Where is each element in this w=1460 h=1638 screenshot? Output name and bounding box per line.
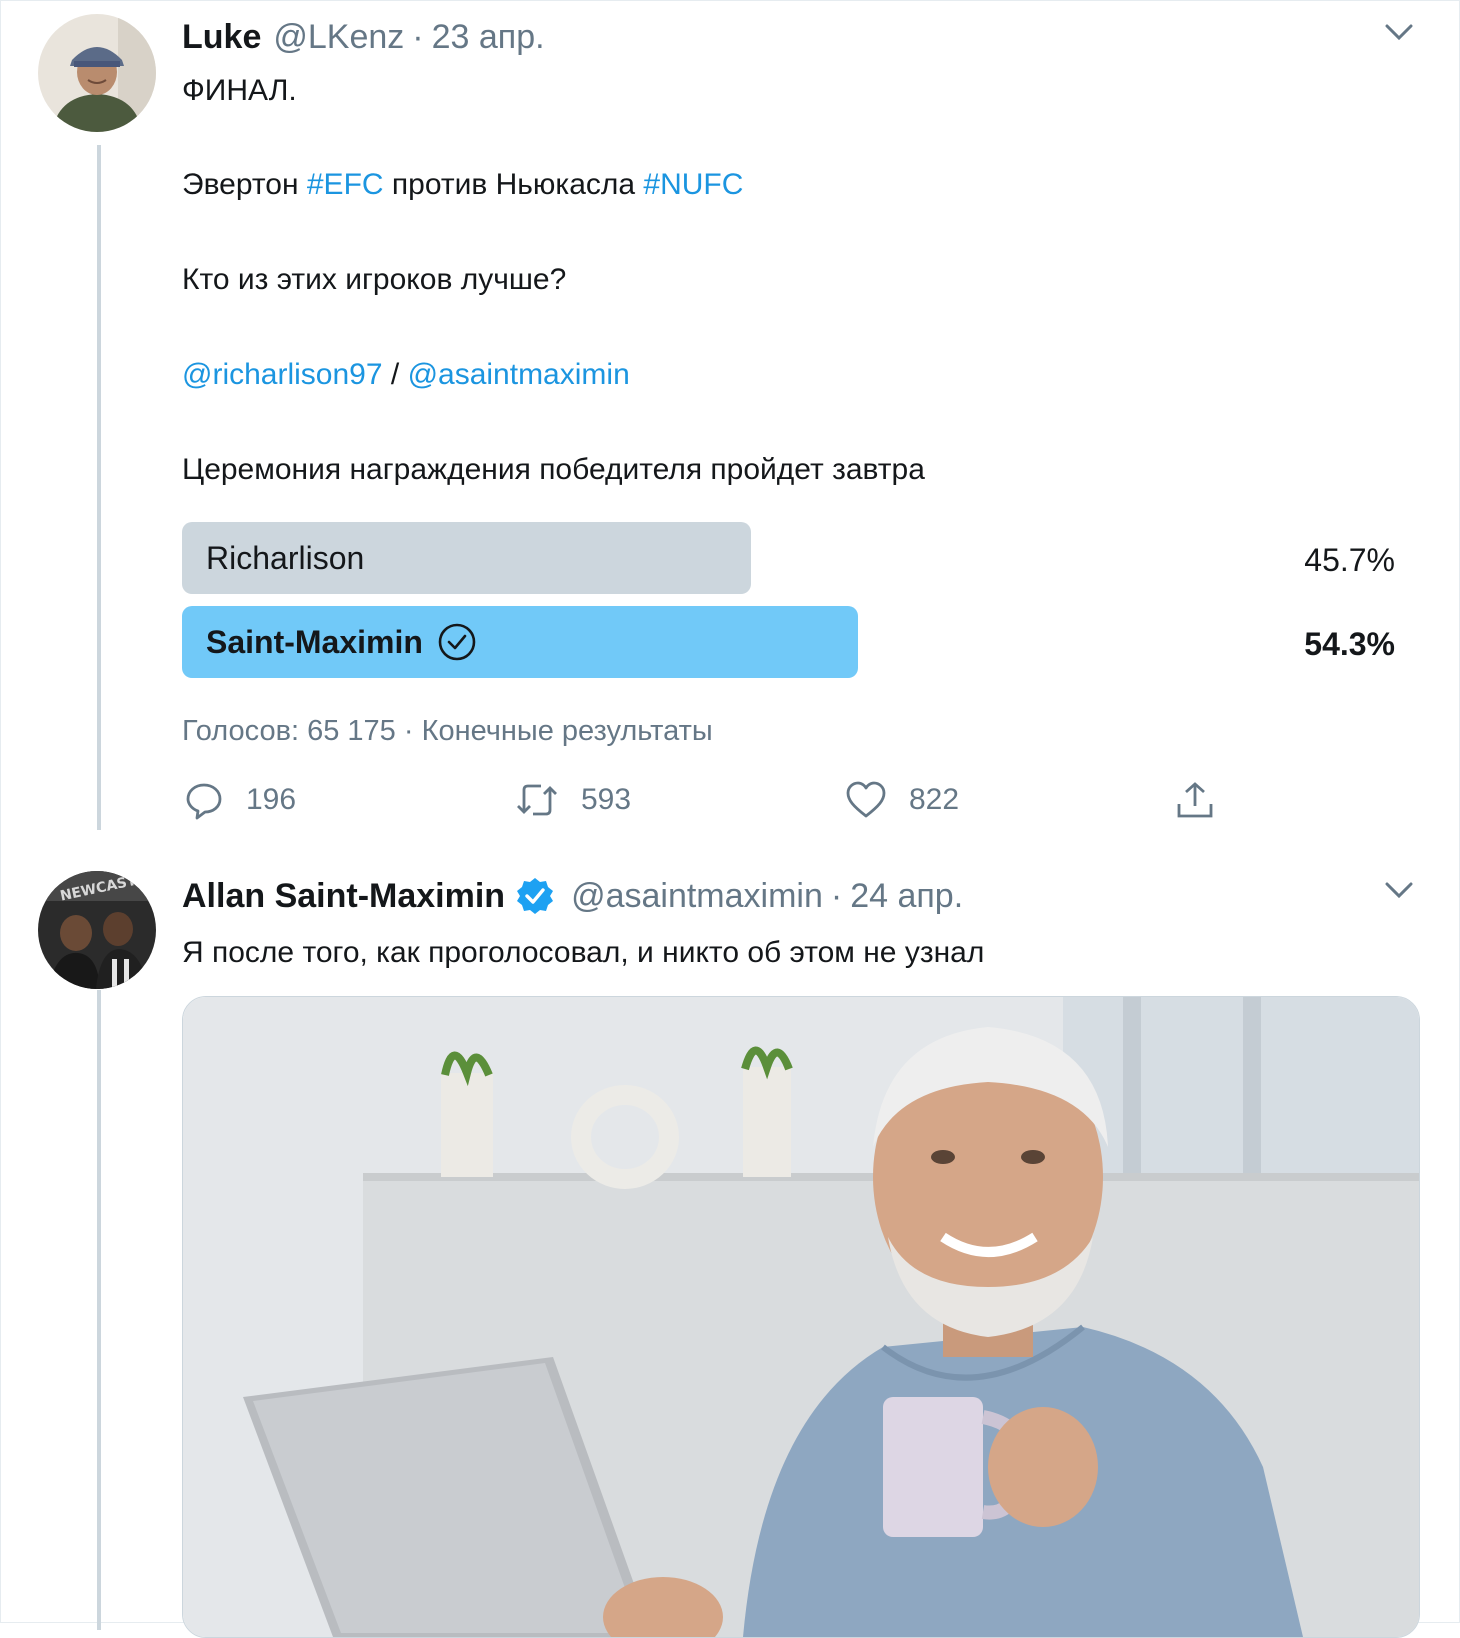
verified-badge-icon — [517, 878, 554, 914]
chevron-down-icon[interactable] — [1384, 22, 1414, 42]
tweet-text: Я после того, как проголосовал, и никто … — [182, 936, 985, 969]
avatar-image: NEWCASTLE — [38, 871, 156, 989]
mention-richarlison[interactable]: @richarlison97 — [182, 358, 383, 391]
poll-option-text: Saint-Maximin — [206, 623, 423, 660]
thread-line — [97, 145, 101, 830]
author-name[interactable]: Luke — [182, 18, 261, 57]
avatar-luke[interactable] — [38, 14, 156, 132]
separator: · — [830, 876, 843, 915]
poll-percent: 45.7% — [1304, 542, 1395, 578]
retweet-icon — [517, 784, 557, 816]
avatar-allan-saint-maximin[interactable]: NEWCASTLE — [38, 871, 156, 989]
like-button[interactable]: 822 — [845, 780, 959, 820]
poll-percent: 54.3% — [1304, 626, 1395, 662]
author-handle[interactable]: @asaintmaximin — [571, 877, 823, 916]
author-name[interactable]: Allan Saint-Maximin — [182, 877, 505, 916]
tweet1-header: Luke @LKenz · 23 апр. — [182, 18, 545, 57]
reply-button[interactable]: 196 — [184, 780, 296, 820]
share-button[interactable] — [1175, 780, 1237, 820]
tweet2-header: Allan Saint-Maximin @asaintmaximin · 24 … — [182, 876, 963, 916]
reply-icon — [186, 783, 222, 820]
tweet-date[interactable]: 24 апр. — [850, 877, 963, 916]
retweet-count: 593 — [581, 783, 632, 816]
meme-photo — [183, 997, 1419, 1637]
tweet-text-line: Кто из этих игроков лучше? — [182, 263, 567, 296]
mention-separator: / — [382, 358, 408, 391]
separator: · — [412, 18, 424, 56]
tweet-text-line: @richarlison97 / @asaintmaximin — [182, 358, 630, 392]
tweet-text-line: Церемония награждения победителя пройдет… — [182, 453, 925, 486]
poll-option-label: Saint-Maximin — [206, 606, 477, 678]
like-count: 822 — [909, 783, 960, 816]
poll-meta: Голосов: 65 175 · Конечные результаты — [182, 715, 713, 747]
poll-option-text: Richarlison — [206, 539, 365, 576]
share-icon — [1177, 782, 1213, 818]
poll-option-label: Richarlison — [206, 522, 364, 594]
thread-line — [97, 990, 101, 1630]
author-handle[interactable]: @LKenz — [273, 18, 404, 57]
retweet-button[interactable]: 593 — [515, 780, 631, 820]
reply-count: 196 — [246, 783, 297, 816]
chevron-down-icon[interactable] — [1384, 880, 1414, 900]
text-segment: Эвертон — [182, 168, 307, 201]
tweet-text-line: Эвертон #EFC против Ньюкасла #NUFC — [182, 168, 743, 202]
tweet-date[interactable]: 23 апр. — [432, 18, 545, 57]
mention-asaintmaximin[interactable]: @asaintmaximin — [408, 358, 630, 391]
tweet-text-line: ФИНАЛ. — [182, 74, 297, 107]
avatar-image — [38, 14, 156, 132]
hashtag-nufc[interactable]: #NUFC — [643, 168, 743, 201]
checkmark-circle-icon — [438, 623, 476, 661]
tweet-media-image[interactable] — [182, 996, 1420, 1638]
hashtag-efc[interactable]: #EFC — [307, 168, 384, 201]
text-segment: против Ньюкасла — [383, 168, 644, 201]
like-icon — [846, 781, 886, 818]
